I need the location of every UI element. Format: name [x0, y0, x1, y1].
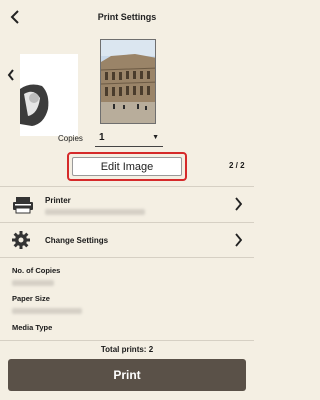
- no-of-copies-label: No. of Copies: [12, 266, 61, 275]
- page-title: Print Settings: [97, 12, 157, 22]
- chevron-left-icon[interactable]: [9, 9, 23, 25]
- copies-dropdown[interactable]: 1 ▼: [95, 129, 163, 147]
- change-settings-row[interactable]: Change Settings: [0, 222, 254, 258]
- caret-down-icon: ▼: [152, 134, 159, 141]
- paper-size-label: Paper Size: [12, 294, 50, 303]
- gear-icon: [12, 231, 30, 249]
- edit-image-button[interactable]: Edit Image: [72, 157, 182, 176]
- print-button[interactable]: Print: [8, 359, 246, 391]
- change-settings-label: Change Settings: [45, 236, 109, 245]
- chevron-right-icon: [235, 233, 242, 247]
- header-bar: Print Settings: [0, 0, 254, 34]
- current-photo-thumbnail[interactable]: [100, 39, 156, 124]
- total-prints: Total prints: 2: [0, 340, 254, 354]
- chevron-right-icon: [235, 197, 242, 211]
- print-info-summary: No. of Copies Paper Size Media Type: [0, 259, 254, 339]
- media-type-label: Media Type: [12, 323, 53, 332]
- no-of-copies-value-blurred: [12, 280, 54, 286]
- printer-row[interactable]: Printer: [0, 186, 254, 222]
- copies-label: Copies: [58, 134, 83, 143]
- preview-area: Copies 1 ▼ Edit Image 2 / 2: [0, 34, 254, 182]
- edit-image-highlight: Edit Image: [67, 152, 187, 181]
- previous-photo-thumbnail[interactable]: [20, 54, 78, 136]
- page-indicator: 2 / 2: [229, 161, 245, 170]
- printer-icon: [13, 197, 33, 214]
- chevron-left-icon[interactable]: [6, 68, 16, 82]
- printer-name-blurred: [45, 209, 145, 215]
- printer-label: Printer: [45, 196, 71, 205]
- copies-value: 1: [99, 132, 105, 143]
- paper-size-value-blurred: [12, 308, 82, 314]
